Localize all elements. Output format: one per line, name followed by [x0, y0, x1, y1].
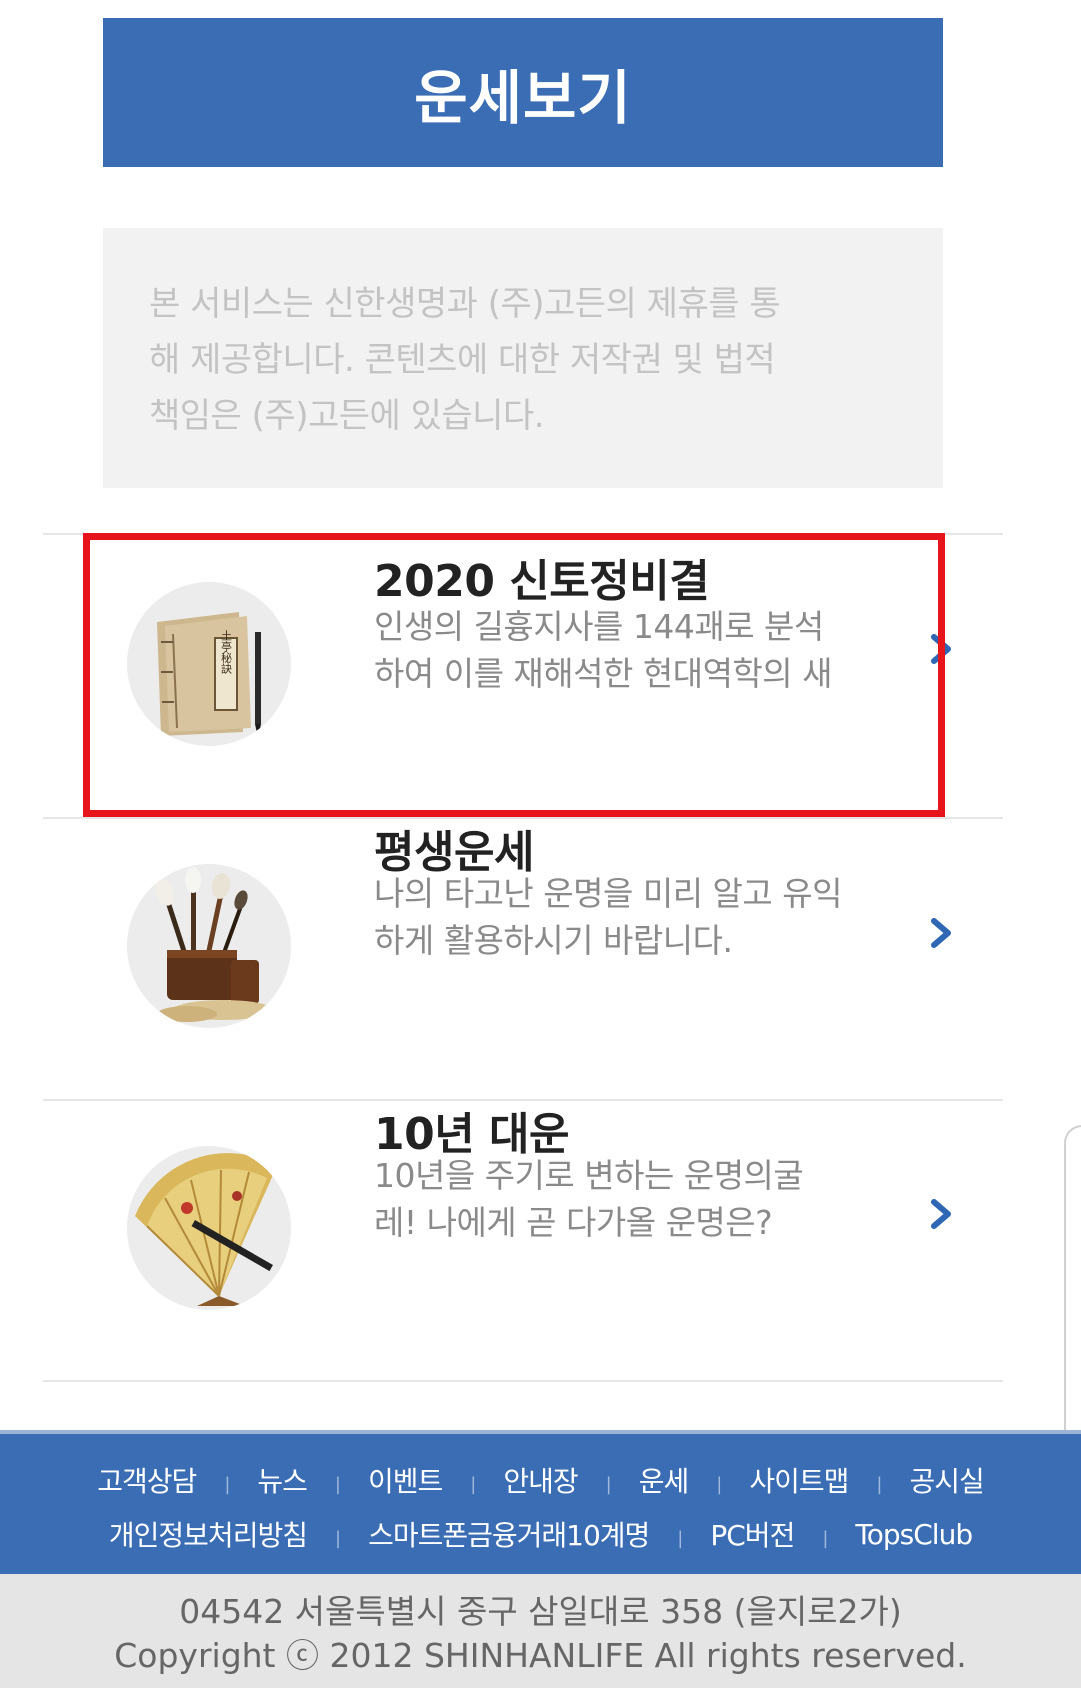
page-title: 운세보기	[414, 63, 632, 132]
footer-link-disclosure[interactable]: 공시실	[909, 1460, 984, 1500]
notice-line: 본 서비스는 신한생명과 (주)고든의 제휴를 통	[149, 284, 781, 324]
footer-separator: |	[677, 1527, 683, 1549]
footer-row-2: 개인정보처리방침 | 스마트폰금융거래10계명 | PC버전 | TopsClu…	[0, 1514, 1081, 1554]
footer-separator: |	[876, 1473, 882, 1495]
footer-link-smartphone-rules[interactable]: 스마트폰금융거래10계명	[368, 1514, 650, 1554]
chevron-right-icon[interactable]	[923, 913, 959, 953]
footer-link-guide[interactable]: 안내장	[503, 1460, 578, 1500]
footer-link-customer[interactable]: 고객상담	[97, 1460, 197, 1500]
footer-link-news[interactable]: 뉴스	[257, 1460, 308, 1500]
brushes-image	[127, 864, 291, 1028]
item-desc-line: 나의 타고난 운명을 미리 알고 유익	[374, 874, 843, 913]
fortune-item-10year[interactable]: 10년 대운 10년을 주기로 변하는 운명의굴 레! 나에게 곧 다가올 운명…	[43, 1101, 1003, 1383]
divider	[43, 1380, 1003, 1382]
footer-separator: |	[334, 1527, 341, 1549]
book-scroll-image: 土亭秘訣	[127, 582, 291, 746]
footer-link-fortune[interactable]: 운세	[639, 1460, 690, 1500]
service-notice: 본 서비스는 신한생명과 (주)고든의 제휴를 통 해 제공합니다. 콘텐츠에 …	[103, 228, 943, 488]
notice-line: 책임은 (주)고든에 있습니다.	[149, 396, 545, 436]
item-desc-line: 10년을 주기로 변하는 운명의굴	[374, 1156, 804, 1195]
footer-separator: |	[224, 1473, 230, 1495]
chevron-right-icon[interactable]	[923, 1194, 959, 1234]
footer-copyright: Copyright ⓒ 2012 SHINHANLIFE All rights …	[114, 1636, 967, 1675]
footer-row-1: 고객상담 | 뉴스 | 이벤트 | 안내장 | 운세 | 사이트맵 | 공시실	[0, 1460, 1081, 1500]
footer-link-sitemap[interactable]: 사이트맵	[749, 1460, 849, 1500]
footer-separator: |	[470, 1473, 476, 1495]
fortune-item-tojeong[interactable]: 土亭秘訣 2020 신토정비결 인생의 길흉지사를 144괘로 분석 하여 이를…	[43, 535, 1003, 817]
item-title: 2020 신토정비결	[374, 556, 710, 607]
page-title-bar: 운세보기	[103, 18, 943, 167]
footer-link-topsclub[interactable]: TopsClub	[855, 1518, 973, 1551]
notice-line: 해 제공합니다. 콘텐츠에 대한 저작권 및 법적	[149, 340, 776, 380]
footer-separator: |	[334, 1473, 341, 1495]
book-title-text: 土亭秘訣	[220, 630, 233, 674]
footer-separator: |	[716, 1473, 722, 1495]
footer-link-privacy[interactable]: 개인정보처리방침	[109, 1514, 308, 1554]
footer-link-event[interactable]: 이벤트	[368, 1460, 443, 1500]
footer-info: 04542 서울특별시 중구 삼일대로 358 (을지로2가) Copyrigh…	[0, 1574, 1081, 1688]
item-desc-line: 하게 활용하시기 바랍니다.	[374, 921, 733, 960]
chevron-right-icon[interactable]	[923, 629, 959, 669]
fan-image	[127, 1146, 291, 1310]
item-desc-line: 인생의 길흉지사를 144괘로 분석	[374, 607, 824, 646]
fortune-item-lifetime[interactable]: 평생운세 나의 타고난 운명을 미리 알고 유익 하게 활용하시기 바랍니다.	[43, 819, 1003, 1101]
footer-separator: |	[822, 1527, 828, 1549]
item-desc-line: 하여 이를 재해석한 현대역학의 새	[374, 654, 833, 693]
footer-address: 04542 서울특별시 중구 삼일대로 358 (을지로2가)	[179, 1592, 902, 1631]
item-desc-line: 레! 나에게 곧 다가올 운명은?	[374, 1203, 773, 1242]
footer-link-pc-version[interactable]: PC버전	[710, 1514, 795, 1554]
footer-separator: |	[605, 1473, 612, 1495]
footer-nav: 고객상담 | 뉴스 | 이벤트 | 안내장 | 운세 | 사이트맵 | 공시실 …	[0, 1430, 1081, 1574]
